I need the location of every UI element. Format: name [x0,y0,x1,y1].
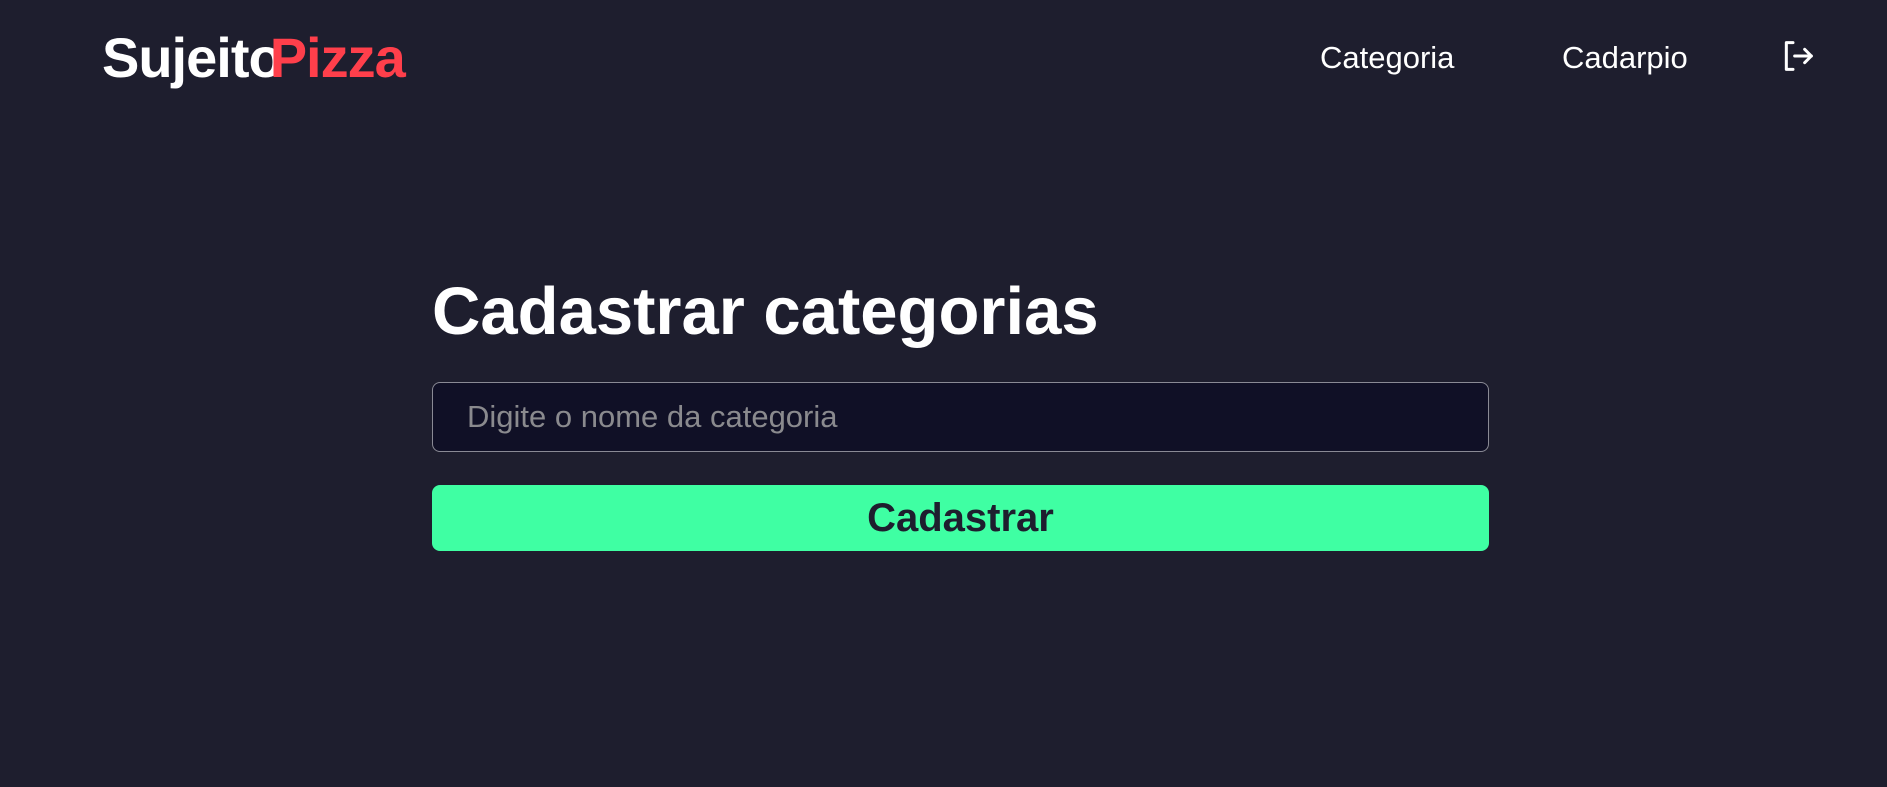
main-content: Cadastrar categorias Cadastrar [432,262,1489,551]
nav-link-cardapio[interactable]: Cadarpio [1562,38,1688,78]
nav-link-categoria[interactable]: Categoria [1320,38,1454,78]
category-name-input[interactable] [432,382,1489,452]
page-title: Cadastrar categorias [432,274,1099,349]
cadastrar-button[interactable]: Cadastrar [432,485,1489,551]
category-form: Cadastrar [432,382,1489,551]
app-header: SujeitoPizza Categoria Cadarpio [0,0,1887,120]
logo-text-pizza: Pizza [269,26,406,89]
logout-button[interactable] [1778,36,1818,76]
logo-text-sujeito: Sujeito [102,26,283,89]
logout-icon [1784,41,1813,71]
logo[interactable]: SujeitoPizza [102,24,406,92]
